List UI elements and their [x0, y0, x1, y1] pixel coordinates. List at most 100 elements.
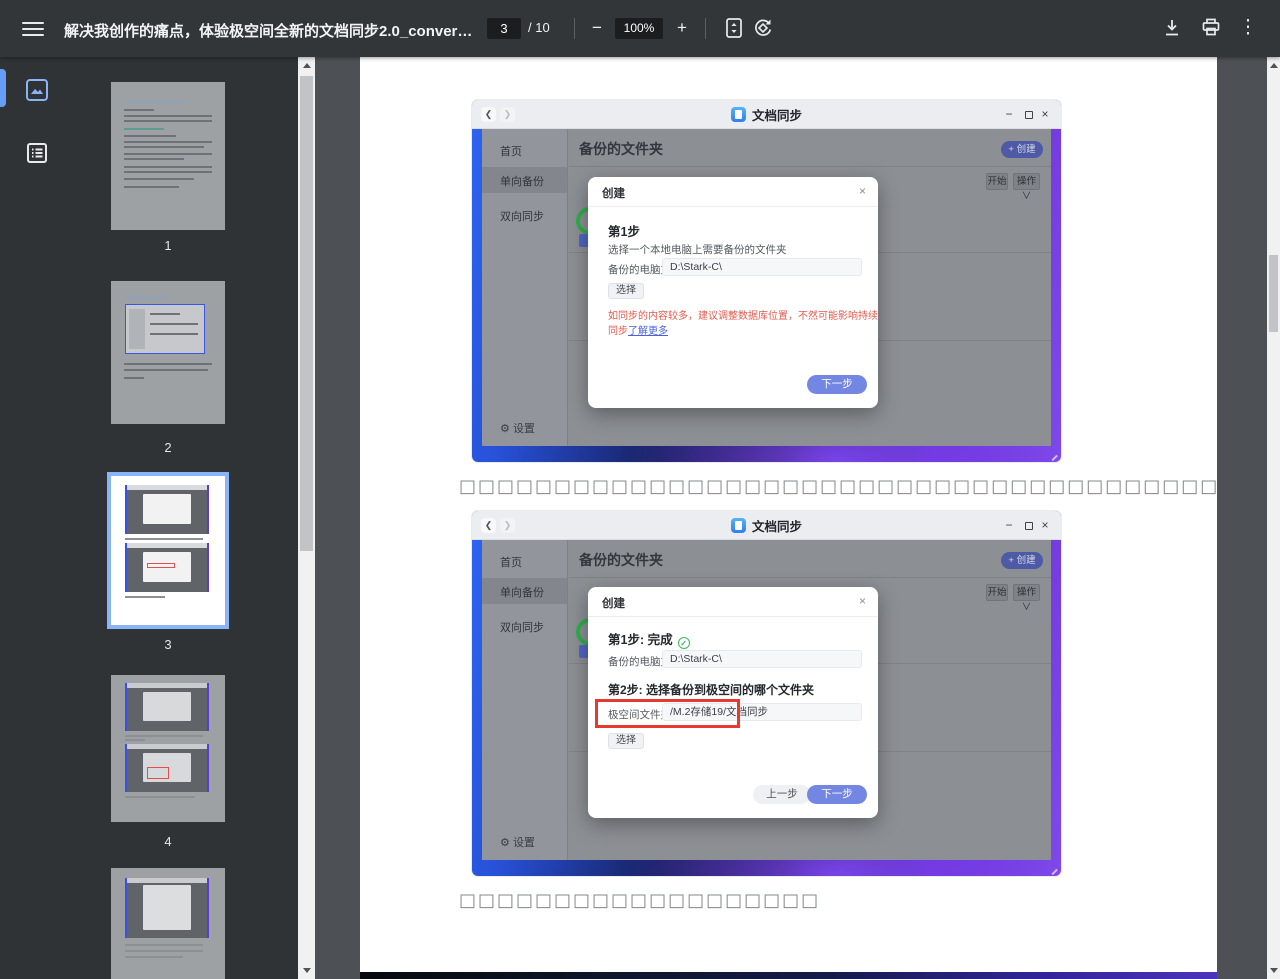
- pdf-toolbar: 解决我创作的痛点，体验极空间全新的文档同步2.0_converte... 3 /…: [0, 0, 1280, 57]
- thumbnail-label: 3: [164, 637, 172, 652]
- outline-view-icon[interactable]: [24, 140, 50, 166]
- settings-item: ⚙ 设置: [500, 837, 535, 849]
- nav-item-two-way-sync: 双向同步: [500, 211, 544, 223]
- thumbnail-page-1[interactable]: [111, 82, 225, 230]
- document-title: 解决我创作的痛点，体验极空间全新的文档同步2.0_converte...: [64, 23, 474, 40]
- resize-handle: [1051, 454, 1058, 461]
- nav-item-home: 首页: [500, 146, 522, 158]
- nav-item-one-way-backup: 单向备份: [482, 167, 567, 193]
- caption-text-1: □□□□□□□□□□□□□□□□□□□□□□□□□□□□□□□□□□□□□□□□: [459, 476, 1220, 497]
- caret-down-icon: ∨: [1021, 602, 1032, 613]
- close-icon: ×: [1041, 107, 1049, 121]
- gear-icon: ⚙: [500, 423, 510, 435]
- scroll-up-icon[interactable]: [1269, 63, 1278, 68]
- backup-folder-input: D:\Stark-C\: [662, 650, 862, 668]
- document-scrollbar[interactable]: [1267, 57, 1280, 979]
- page-number-input[interactable]: 3: [487, 18, 521, 39]
- create-dialog-2: 创建 × 第1步: 完成 ✓ 备份的电脑文件夹 D:\Stark-C\ 第2步: …: [588, 587, 878, 818]
- create-button: + 创建: [1001, 141, 1043, 158]
- dialog-close-icon: ×: [858, 184, 866, 198]
- backup-folder-input: D:\Stark-C\: [662, 258, 862, 276]
- maximize-icon: [1025, 522, 1033, 530]
- step2-heading: 第2步: 选择备份到极空间的哪个文件夹: [608, 683, 815, 697]
- fit-page-icon[interactable]: [722, 16, 746, 40]
- resize-handle: [1051, 868, 1058, 875]
- gear-icon: ⚙: [500, 837, 510, 849]
- thumbnail-page-5[interactable]: [111, 868, 225, 979]
- thumbnail-label: 1: [164, 238, 172, 253]
- start-button: 开始: [986, 173, 1008, 190]
- next-image-edge: [360, 972, 1217, 979]
- scroll-down-icon[interactable]: [1269, 968, 1278, 973]
- step1-heading: 第1步: [608, 225, 640, 239]
- caret-down-icon: ∨: [1021, 191, 1032, 202]
- rotate-icon[interactable]: [751, 16, 775, 40]
- step1-description: 选择一个本地电脑上需要备份的文件夹: [608, 244, 787, 256]
- print-icon[interactable]: [1199, 16, 1223, 40]
- viewer-left-rail: [0, 57, 72, 979]
- toolbar-divider: [574, 18, 575, 39]
- choose-button: 选择: [608, 733, 644, 749]
- caption-text-2: □□□□□□□□□□□□□□□□□□□: [459, 890, 821, 911]
- zoom-level[interactable]: 100%: [615, 18, 663, 39]
- thumbnail-image: [111, 82, 225, 230]
- app-titlebar: ❮ ❯ 文档同步 − ×: [472, 100, 1061, 129]
- scroll-up-icon[interactable]: [302, 63, 311, 68]
- app-screenshot-1: ❮ ❯ 文档同步 − × 首页 单向备份 双向同步 ⚙ 设置 备份的文件夹 + …: [472, 100, 1061, 462]
- thumbnail-image: [111, 281, 225, 424]
- app-titlebar: ❮ ❯ 文档同步 − ×: [472, 511, 1061, 540]
- action-button: 操作∨: [1013, 173, 1040, 202]
- minimize-icon: −: [1005, 107, 1013, 121]
- learn-more-link: 了解更多: [628, 326, 668, 337]
- thumbnails-view-icon[interactable]: [24, 77, 50, 103]
- pdf-page: ❮ ❯ 文档同步 − × 首页 单向备份 双向同步 ⚙ 设置 备份的文件夹 + …: [360, 57, 1217, 979]
- content-heading: 备份的文件夹: [579, 141, 663, 157]
- thumbnail-page-3[interactable]: [107, 472, 229, 629]
- previous-step-button: 上一步: [753, 785, 811, 804]
- nav-item-one-way-backup: 单向备份: [482, 578, 567, 604]
- next-step-button: 下一步: [807, 375, 867, 394]
- scrollbar-thumb[interactable]: [1269, 255, 1278, 332]
- check-circle-icon: ✓: [677, 637, 690, 649]
- document-area: ❮ ❯ 文档同步 − × 首页 单向备份 双向同步 ⚙ 设置 备份的文件夹 + …: [315, 57, 1280, 979]
- app-screenshot-2: ❮ ❯ 文档同步 − × 首页 单向备份 双向同步 ⚙ 设置 备份的文件夹 + …: [472, 511, 1061, 876]
- action-button: 操作∨: [1013, 584, 1040, 613]
- app-window-title: 文档同步: [472, 511, 1061, 540]
- maximize-icon: [1025, 111, 1033, 119]
- app-sidebar: 首页 单向备份 双向同步 ⚙ 设置: [482, 540, 568, 860]
- thumbnail-page-2[interactable]: [111, 281, 225, 424]
- content-heading: 备份的文件夹: [579, 552, 663, 568]
- thumbnail-image: [111, 868, 225, 979]
- menu-icon[interactable]: [22, 18, 44, 38]
- thumbnail-image: [107, 472, 229, 629]
- start-button: 开始: [986, 584, 1008, 601]
- thumbnail-label: 4: [164, 834, 172, 849]
- thumbnail-image: [111, 675, 225, 822]
- app-sidebar: 首页 单向备份 双向同步 ⚙ 设置: [482, 129, 568, 446]
- scroll-down-icon[interactable]: [302, 968, 311, 973]
- download-icon[interactable]: [1160, 16, 1184, 40]
- nav-item-two-way-sync: 双向同步: [500, 622, 544, 634]
- dialog-title: 创建: [602, 188, 625, 200]
- next-step-button: 下一步: [807, 785, 867, 804]
- create-dialog-1: 创建 × 第1步 选择一个本地电脑上需要备份的文件夹 备份的电脑文件夹 D:\S…: [588, 177, 878, 408]
- thumbnail-page-4[interactable]: [111, 675, 225, 822]
- zoom-out-button[interactable]: −: [584, 15, 610, 41]
- app-window-title: 文档同步: [472, 100, 1061, 129]
- dialog-title: 创建: [602, 598, 625, 610]
- red-annotation-box: [595, 699, 740, 728]
- nav-item-home: 首页: [500, 557, 522, 569]
- warning-text: 如同步的内容较多，建议调整数据库位置，不然可能影响持续同步了解更多: [608, 311, 878, 337]
- more-options-icon[interactable]: ⋮: [1238, 15, 1258, 41]
- scrollbar-thumb[interactable]: [300, 76, 313, 551]
- close-icon: ×: [1041, 518, 1049, 532]
- doc-sync-app-icon: [730, 518, 746, 533]
- dialog-close-icon: ×: [858, 594, 866, 608]
- step1-done-heading: 第1步: 完成 ✓: [608, 629, 690, 649]
- settings-item: ⚙ 设置: [500, 423, 535, 435]
- thumbnail-scrollbar[interactable]: [298, 57, 315, 979]
- zoom-in-button[interactable]: +: [669, 15, 695, 41]
- thumbnail-label: 2: [164, 440, 172, 455]
- choose-button: 选择: [608, 283, 644, 299]
- create-button: + 创建: [1001, 552, 1043, 569]
